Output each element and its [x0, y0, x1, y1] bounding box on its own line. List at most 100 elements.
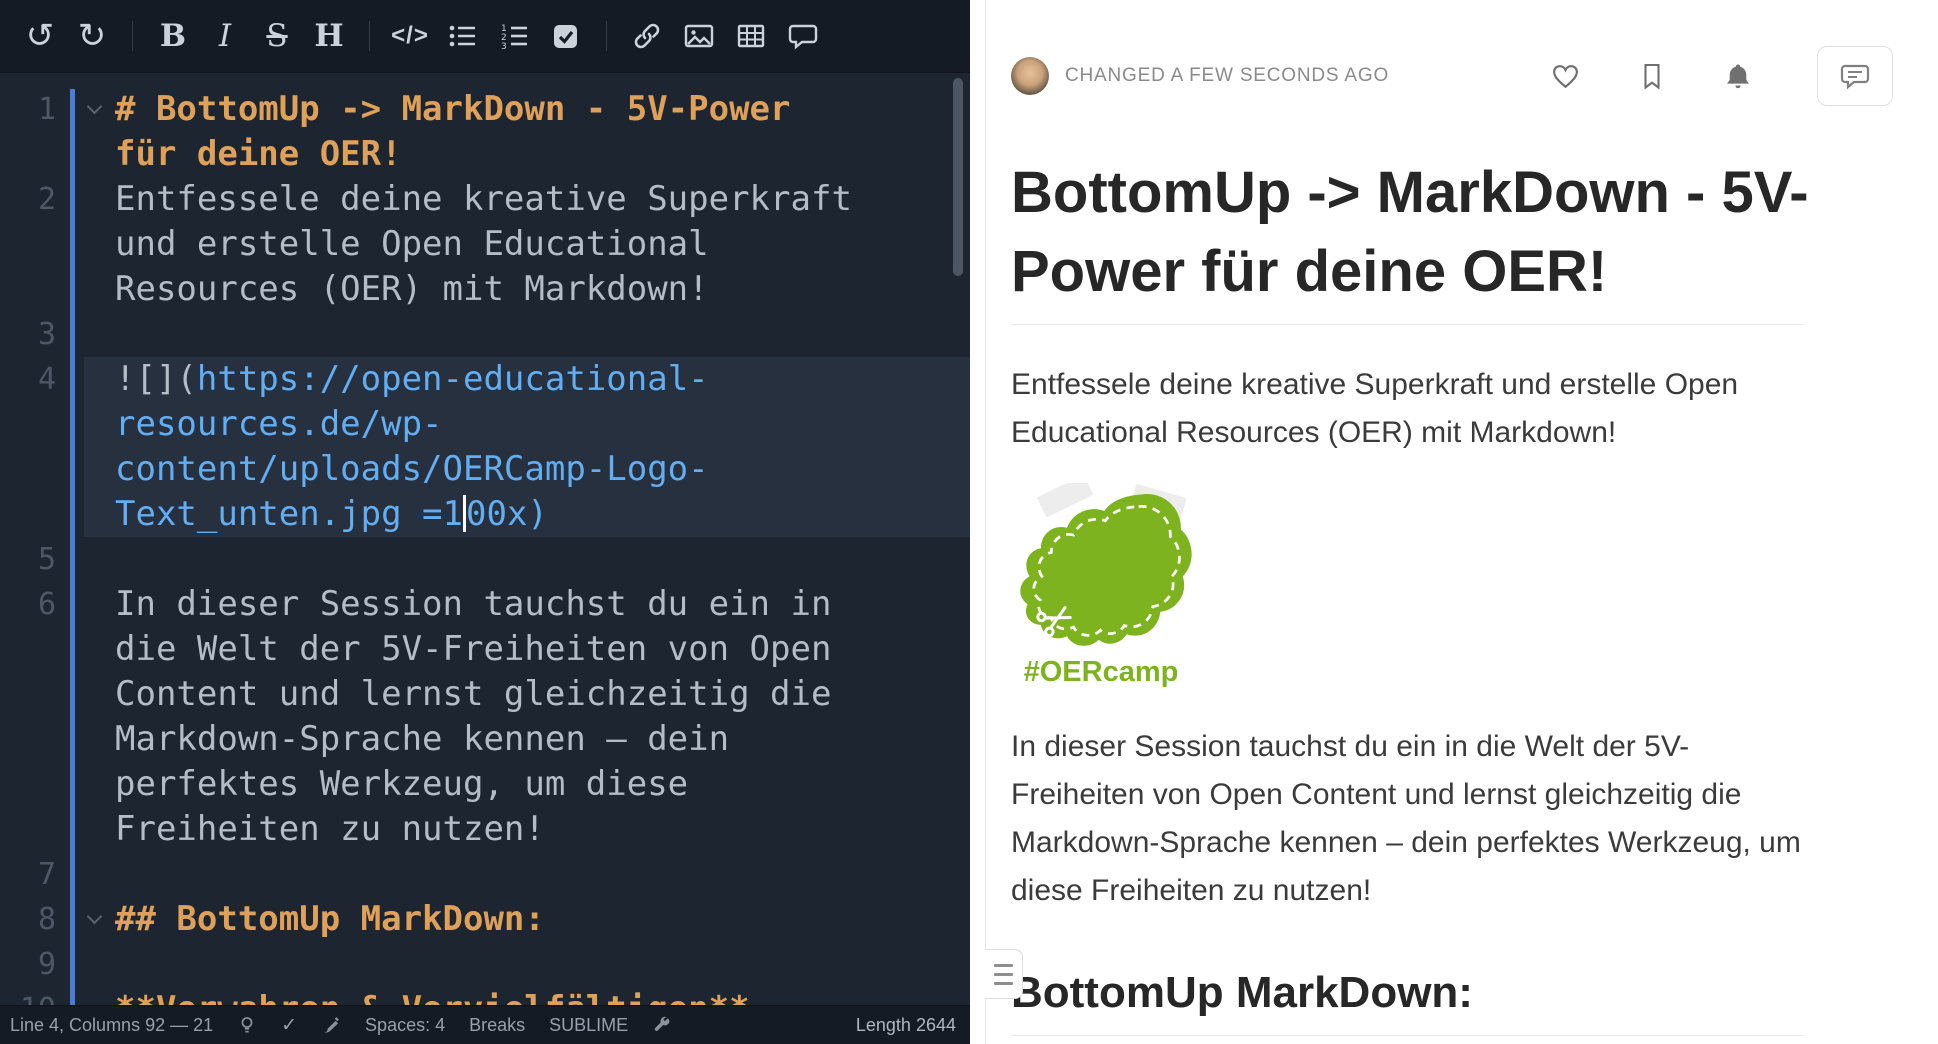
line-number: 2	[0, 177, 56, 222]
grip-line	[994, 982, 1013, 985]
night-mode-toggle[interactable]	[237, 1015, 257, 1035]
heading-button[interactable]: H	[309, 13, 349, 59]
code-line[interactable]: 5	[0, 537, 970, 582]
document-title: BottomUp -> MarkDown - 5V-Power für dein…	[1011, 153, 1821, 311]
editor-scrollbar[interactable]	[953, 78, 963, 276]
section-divider	[1011, 1035, 1803, 1036]
code-line[interactable]: 8 ## BottomUp MarkDown:	[0, 897, 970, 942]
toolbar-separator	[132, 21, 133, 51]
line-number	[0, 267, 56, 312]
split-gutter[interactable]	[970, 0, 985, 1044]
line-number: 3	[0, 312, 56, 357]
code-text[interactable]: für deine OER!	[84, 132, 970, 177]
code-text[interactable]: Markdown-Sprache kennen – dein	[84, 717, 970, 762]
keymap-setting[interactable]: SUBLIME	[549, 1015, 628, 1036]
unordered-list-button[interactable]	[442, 13, 482, 59]
comment-icon	[788, 21, 818, 51]
code-text[interactable]: # BottomUp -> MarkDown - 5V-Power	[84, 87, 970, 132]
task-list-button[interactable]	[546, 13, 586, 59]
code-text[interactable]: ![](https://open-educational-	[84, 357, 970, 402]
code-line[interactable]: 4 ![](https://open-educational-resources.…	[0, 357, 970, 537]
chat-panel-button[interactable]	[1817, 46, 1893, 106]
code-text[interactable]: resources.de/wp-	[84, 402, 970, 447]
code-text[interactable]: Text_unten.jpg =100x)	[84, 492, 970, 537]
code-text[interactable]: ## BottomUp MarkDown:	[84, 897, 970, 942]
code-text[interactable]: die Welt der 5V-Freiheiten von Open	[84, 627, 970, 672]
last-changed-label: CHANGED A FEW SECONDS AGO	[1065, 65, 1389, 87]
line-number	[0, 672, 56, 717]
fold-chevron-icon[interactable]	[87, 100, 101, 114]
image-icon	[684, 21, 714, 51]
paragraph: In dieser Session tauchst du ein in die …	[1011, 723, 1803, 915]
avatar[interactable]	[1011, 57, 1049, 95]
line-number	[0, 447, 56, 492]
link-icon	[632, 21, 662, 51]
code-text[interactable]	[84, 852, 970, 897]
paragraph: Entfessele deine kreative Superkraft und…	[1011, 361, 1803, 457]
code-text[interactable]	[84, 312, 970, 357]
bold-button[interactable]: B	[153, 13, 193, 59]
undo-icon: ↺	[26, 19, 55, 53]
code-editor[interactable]: 1# BottomUp -> MarkDown - 5V-Powerfür de…	[0, 73, 970, 1005]
theme-button[interactable]	[321, 1015, 341, 1035]
redo-icon: ↻	[78, 19, 107, 53]
code-text[interactable]: content/uploads/OERCamp-Logo-	[84, 447, 970, 492]
title-divider	[1011, 324, 1803, 325]
indent-setting[interactable]: Spaces: 4	[365, 1015, 445, 1036]
code-text[interactable]	[84, 537, 970, 582]
strikethrough-button[interactable]: S	[257, 13, 297, 59]
oercamp-logo: #OERcamp	[1011, 483, 1211, 689]
code-block-button[interactable]: </>	[390, 13, 430, 59]
grip-line	[994, 964, 1013, 967]
chat-bubble-icon	[1840, 61, 1870, 91]
ordered-list-button[interactable]: 123	[494, 13, 534, 59]
markdown-editor-pane: ↺ ↻ B I S H </> 123	[0, 0, 970, 1044]
line-number: 8	[0, 897, 56, 942]
code-line[interactable]: 10 **Verwahren & Vervielfältigen**	[0, 987, 970, 1005]
authorship-bar	[70, 89, 75, 1005]
list-ul-icon	[447, 21, 477, 51]
code-line[interactable]: 2 Entfessele deine kreative Superkraftund…	[0, 177, 970, 312]
code-line[interactable]: 7	[0, 852, 970, 897]
linebreak-setting[interactable]: Breaks	[469, 1015, 525, 1036]
code-line[interactable]: 3	[0, 312, 970, 357]
line-number: 7	[0, 852, 56, 897]
code-line[interactable]: 9	[0, 942, 970, 987]
code-lines: 1# BottomUp -> MarkDown - 5V-Powerfür de…	[0, 87, 970, 1005]
spellcheck-toggle[interactable]: ✓	[281, 1014, 297, 1037]
line-number	[0, 132, 56, 177]
code-line[interactable]: 6 In dieser Session tauchst du ein indie …	[0, 582, 970, 852]
link-button[interactable]	[627, 13, 667, 59]
fold-chevron-icon[interactable]	[87, 910, 101, 924]
comment-button[interactable]	[783, 13, 823, 59]
image-button[interactable]	[679, 13, 719, 59]
line-number	[0, 402, 56, 447]
cursor-position: Line 4, Columns 92 — 21	[10, 1015, 213, 1036]
table-button[interactable]	[731, 13, 771, 59]
line-number	[0, 627, 56, 672]
pane-resize-handle[interactable]	[984, 949, 1023, 999]
code-text[interactable]: und erstelle Open Educational	[84, 222, 970, 267]
line-number: 4	[0, 357, 56, 402]
editor-toolbar: ↺ ↻ B I S H </> 123	[0, 0, 970, 73]
line-number: 6	[0, 582, 56, 627]
undo-button[interactable]: ↺	[20, 13, 60, 59]
redo-button[interactable]: ↻	[72, 13, 112, 59]
code-text[interactable]: perfektes Werkzeug, um diese	[84, 762, 970, 807]
line-number: 5	[0, 537, 56, 582]
code-text[interactable]	[84, 942, 970, 987]
heart-icon[interactable]	[1550, 61, 1581, 92]
code-text[interactable]: In dieser Session tauchst du ein in	[84, 582, 970, 627]
preview-pane: CHANGED A FEW SECONDS AGO BottomUp -> Ma…	[985, 0, 1938, 1044]
preferences-button[interactable]	[652, 1015, 672, 1035]
bookmark-icon[interactable]	[1637, 61, 1667, 91]
code-text[interactable]: Content und lernst gleichzeitig die	[84, 672, 970, 717]
code-text[interactable]: Freiheiten zu nutzen!	[84, 807, 970, 852]
code-text[interactable]: Entfessele deine kreative Superkraft	[84, 177, 970, 222]
italic-button[interactable]: I	[205, 13, 245, 59]
code-text[interactable]: **Verwahren & Vervielfältigen**	[84, 987, 970, 1005]
code-line[interactable]: 1# BottomUp -> MarkDown - 5V-Powerfür de…	[0, 87, 970, 177]
code-text[interactable]: Resources (OER) mit Markdown!	[84, 267, 970, 312]
bell-icon[interactable]	[1723, 61, 1753, 91]
line-number: 10	[0, 987, 56, 1005]
